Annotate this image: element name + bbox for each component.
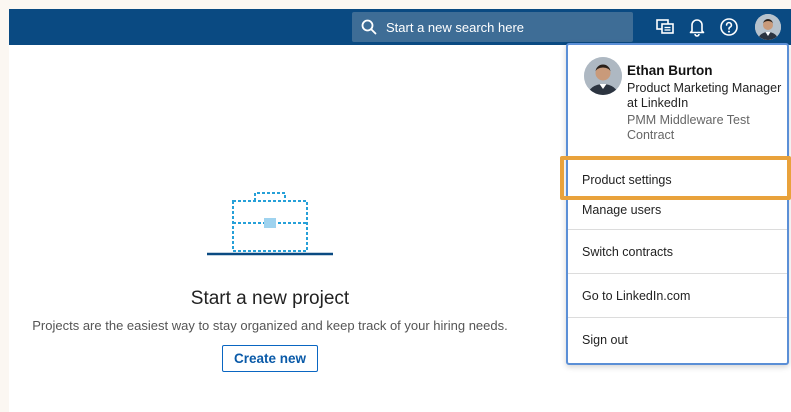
empty-state-title: Start a new project [190, 288, 350, 309]
profile-photo [584, 57, 622, 95]
profile-contract: PMM Middleware Test Contract [627, 113, 750, 142]
menu-item-sign-out[interactable]: Sign out [568, 318, 787, 361]
profile-dropdown-menu: Ethan Burton Product Marketing Manager a… [566, 43, 789, 365]
highlight-box [560, 156, 791, 200]
profile-card: Ethan Burton Product Marketing Manager a… [568, 45, 787, 158]
empty-state: Start a new project Projects are the eas… [9, 45, 531, 412]
menu-item-switch-contracts[interactable]: Switch contracts [568, 230, 787, 273]
profile-name: Ethan Burton [627, 63, 713, 78]
search-input[interactable]: Start a new search here [352, 12, 633, 42]
profile-avatar[interactable] [755, 14, 781, 40]
top-navigation-bar: Start a new search here [9, 9, 791, 45]
messages-icon[interactable] [653, 15, 677, 39]
create-new-button[interactable]: Create new [222, 345, 318, 372]
menu-item-go-to-linkedin[interactable]: Go to LinkedIn.com [568, 274, 787, 317]
briefcase-icon [207, 185, 333, 262]
search-placeholder: Start a new search here [386, 19, 525, 35]
empty-state-subtitle: Projects are the easiest way to stay org… [32, 318, 508, 333]
profile-job-title: Product Marketing Manager at LinkedIn [627, 81, 782, 110]
search-icon [352, 12, 386, 42]
notifications-bell-icon[interactable] [685, 15, 709, 39]
help-icon[interactable] [717, 15, 741, 39]
